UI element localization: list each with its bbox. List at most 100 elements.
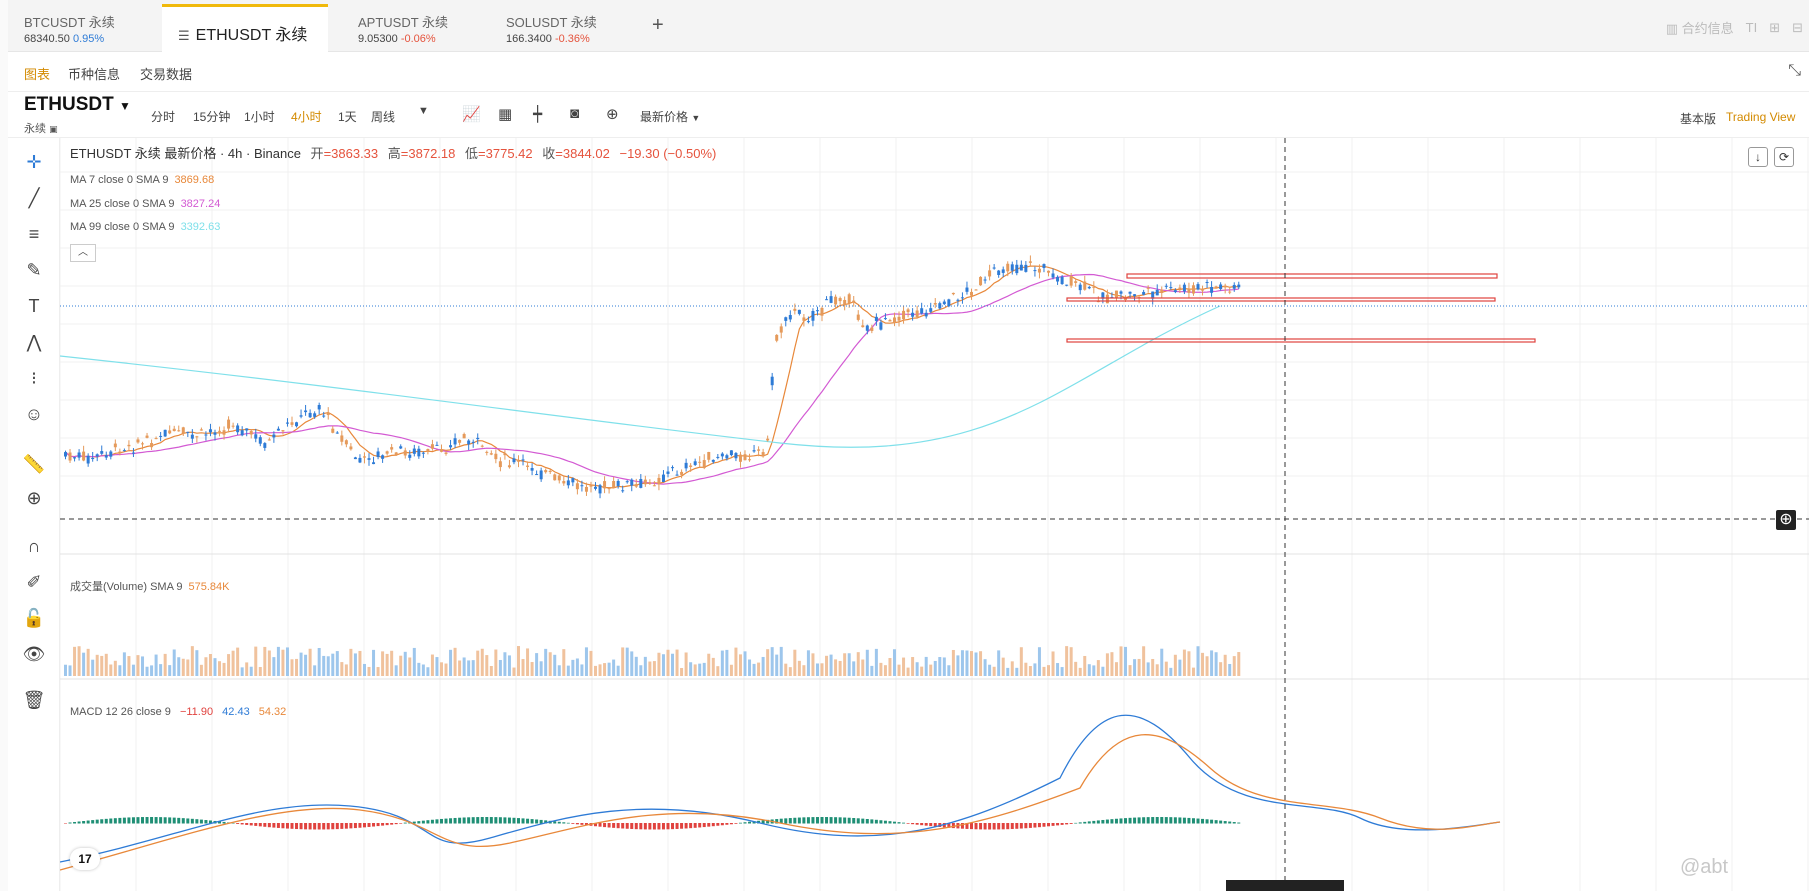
grid-icon[interactable]: ⊞ (1769, 20, 1780, 36)
fullscreen-icon[interactable]: ⟳ (1774, 147, 1794, 167)
trash-icon[interactable]: 🗑 (22, 688, 46, 712)
macd-hist-bar (698, 823, 702, 828)
volume-bar (245, 662, 249, 676)
candle-style-icon[interactable]: ┿ (533, 105, 542, 123)
ma7-legend: MA 7 close 0 SMA 9 3869.68 (70, 174, 214, 186)
candle-body (888, 320, 892, 322)
volume-bar (1019, 647, 1023, 676)
indicators-icon[interactable]: 📈 (462, 105, 481, 123)
price-type-dropdown[interactable]: 最新价格 ▼ (640, 108, 700, 125)
volume-bar (394, 665, 398, 676)
tab-ethusdt[interactable]: ☰ ETHUSDT 永续 (162, 4, 328, 52)
volume-bar (68, 665, 72, 676)
symbol-selector[interactable]: ETHUSDT ▼ (24, 94, 131, 116)
trendline-icon[interactable]: ╱ (22, 186, 46, 210)
ti-button[interactable]: TI (1746, 20, 1758, 35)
pattern-icon[interactable]: ⋀ (22, 330, 46, 354)
brush-icon[interactable]: ✎ (22, 258, 46, 282)
unlock-icon[interactable]: 🔓 (22, 606, 46, 630)
volume-bar (965, 650, 969, 676)
contract-info-button[interactable]: ▥ 合约信息 (1666, 18, 1734, 37)
tab-aptusdt[interactable]: APTUSDT 永续 9.05300 -0.06% (342, 4, 472, 52)
macd-hist-bar (331, 823, 335, 830)
camera-icon[interactable]: ◙ (570, 105, 579, 122)
candle-body (1201, 288, 1205, 291)
layout-icon[interactable]: ⊟ (1792, 20, 1803, 36)
range-box (1066, 297, 1496, 302)
emoji-icon[interactable]: ☺ (22, 402, 46, 426)
add-circle-icon[interactable]: ⊕ (606, 105, 619, 123)
candle-body (1182, 284, 1186, 292)
macd-hist-bar (707, 823, 711, 827)
price-chart-svg[interactable] (59, 138, 1809, 891)
timeframe-4h[interactable]: 4小时 (291, 108, 322, 125)
volume-bar (77, 646, 81, 676)
timeframe-1w[interactable]: 周线 (371, 108, 395, 125)
macd-hist-bar (1087, 821, 1091, 824)
macd-hist-bar (720, 823, 724, 826)
timeframe-15m[interactable]: 15分钟 (193, 108, 230, 125)
tab-trade-data[interactable]: 交易数据 (140, 64, 192, 83)
lock-drawing-icon[interactable]: ✐ (22, 570, 46, 594)
tab-coin-info[interactable]: 币种信息 (68, 64, 120, 83)
ruler-icon[interactable]: 📏 (22, 452, 46, 476)
candle-body (131, 452, 135, 454)
volume-bar (888, 658, 892, 676)
macd-hist-bar (892, 821, 896, 824)
volume-bar (970, 651, 973, 676)
tab-btcusdt[interactable]: BTCUSDT 永续 68340.50 0.95% (8, 4, 138, 52)
macd-hist-bar (385, 823, 389, 826)
magnet-icon[interactable]: ∩ (22, 534, 46, 558)
volume-bar (865, 649, 869, 676)
candle-body (498, 461, 502, 468)
candle-body (449, 445, 453, 448)
macd-hist-bar (1196, 818, 1200, 824)
macd-hist-bar (861, 818, 865, 824)
macd-hist-bar (517, 818, 520, 824)
templates-icon[interactable]: ▦ (498, 105, 512, 123)
chart-grid (59, 138, 1809, 891)
timeframe-1m[interactable]: 分时 (151, 108, 175, 125)
timeframe-dropdown-icon[interactable]: ▼ (418, 105, 429, 117)
prediction-icon[interactable]: ⁝ (22, 366, 46, 390)
macd-hist-bar (68, 822, 72, 824)
macd-hist-bar (399, 823, 403, 824)
tab-solusdt[interactable]: SOLUSDT 永续 166.3400 -0.36% (490, 4, 630, 52)
collapse-legend-button[interactable]: ︿ (70, 244, 96, 262)
timeframe-1h[interactable]: 1小时 (244, 108, 275, 125)
volume-bar (689, 662, 693, 676)
tab-chart[interactable]: 图表 (24, 64, 50, 83)
add-tab-icon[interactable]: + (652, 14, 664, 37)
volume-bar (141, 656, 145, 676)
horizontal-lines-icon[interactable]: ≡ (22, 222, 46, 246)
macd-hist-bar (802, 817, 806, 824)
chart-area[interactable] (59, 138, 1809, 891)
volume-bar (91, 659, 95, 676)
zoom-in-icon[interactable]: ⊕ (22, 486, 46, 510)
volume-bar (127, 656, 131, 676)
candle-body (381, 455, 385, 459)
collapse-icon[interactable]: ⤡ (1788, 62, 1801, 80)
volume-bar (1033, 663, 1037, 676)
candle-body (630, 479, 634, 486)
scroll-down-icon[interactable]: ↓ (1748, 147, 1768, 167)
timeframe-1d[interactable]: 1天 (338, 108, 357, 125)
macd-hist-bar (86, 820, 90, 824)
eye-icon[interactable]: 👁 (22, 642, 46, 666)
crosshair-icon[interactable]: ✛ (22, 150, 46, 174)
candle-body (403, 450, 407, 456)
candle-body (91, 457, 95, 460)
volume-bar (517, 646, 520, 676)
basic-version-button[interactable]: 基本版 (1680, 110, 1716, 127)
candle-body (399, 446, 403, 449)
macd-hist-bar (403, 822, 407, 824)
add-order-icon[interactable]: ⊕ (1776, 510, 1796, 530)
tradingview-button[interactable]: Trading View (1726, 110, 1795, 124)
macd-hist-bar (186, 818, 190, 824)
text-icon[interactable]: T (22, 294, 46, 318)
macd-hist-bar (1178, 817, 1182, 824)
volume-bar (498, 659, 502, 676)
sub-nav: 图表 币种信息 交易数据 ⤡ (8, 52, 1809, 92)
macd-hist-bar (304, 823, 308, 830)
candle-body (326, 412, 330, 416)
